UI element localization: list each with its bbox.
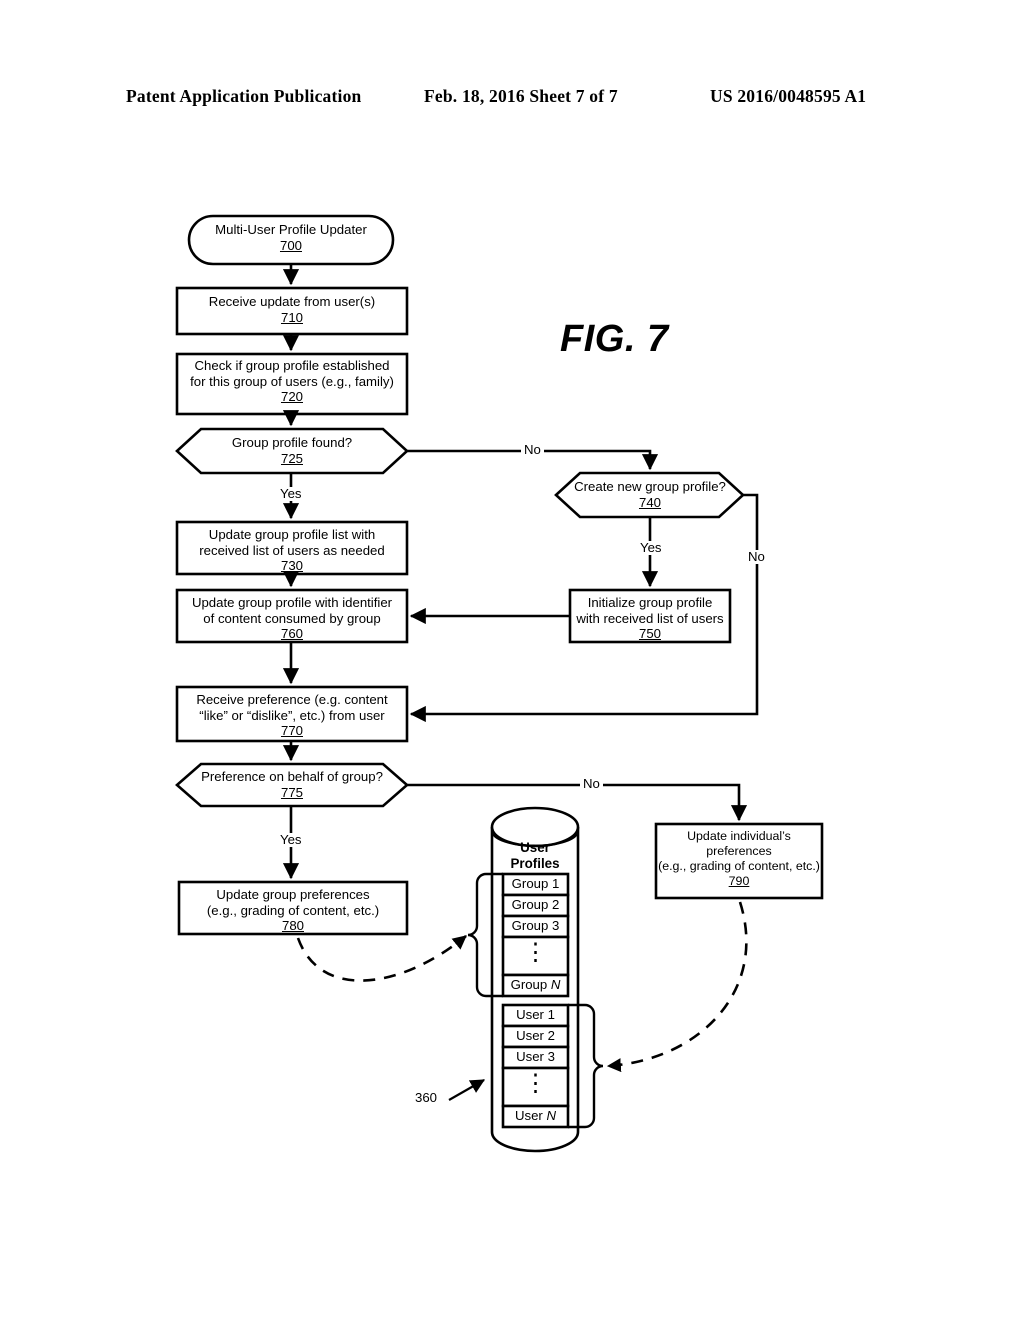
edge-label-no-725: No [521, 443, 544, 457]
node-740-label: Create new group profile? 740 [574, 479, 726, 510]
node-710-label: Receive update from user(s) 710 [208, 294, 376, 325]
node-700-label: Multi-User Profile Updater 700 [215, 222, 367, 253]
db-slot-label-user-n: User N [514, 1108, 557, 1123]
edge-label-yes-740: Yes [637, 541, 665, 555]
node-750-label: Initialize group profile with received l… [576, 595, 724, 641]
db-slot-label-user-2: User 2 [516, 1028, 555, 1043]
db-slot-label-group-ellipsis: ⋮ [523, 939, 548, 966]
db-slot-label-group-1: Group 1 [511, 876, 560, 891]
edge-label-no-740: No [745, 550, 768, 564]
db-title: User Profiles [510, 840, 560, 871]
dashed-790-to-users [606, 901, 748, 1073]
node-775-label: Preference on behalf of group? 775 [201, 769, 383, 800]
db-slot-label-user-ellipsis: ⋮ [523, 1070, 548, 1097]
db-reference-number: 360 [415, 1090, 438, 1105]
edge-775-790-no [407, 783, 748, 822]
db-slot-label-group-3: Group 3 [511, 918, 560, 933]
node-770-label: Receive preference (e.g. content “like” … [196, 692, 388, 738]
db-ref-leader [448, 1079, 486, 1101]
db-slot-label-group-n: Group N [510, 977, 561, 992]
node-730-label: Update group profile list with received … [199, 527, 385, 573]
node-720-label: Check if group profile established for t… [190, 358, 394, 404]
node-725-label: Group profile found? 725 [231, 435, 353, 466]
dashed-780-to-groups [296, 934, 467, 982]
db-slot-label-user-1: User 1 [516, 1007, 555, 1022]
node-760-label: Update group profile with identifier of … [191, 595, 393, 641]
node-780-label: Update group preferences (e.g., grading … [206, 887, 380, 933]
edge-label-no-775: No [580, 777, 603, 791]
db-slot-label-group-2: Group 2 [511, 897, 560, 912]
edge-label-yes-775: Yes [277, 833, 305, 847]
edge-label-yes-725: Yes [277, 487, 305, 501]
node-790-label: Update individual’s preferences (e.g., g… [658, 829, 820, 888]
db-slot-label-user-3: User 3 [516, 1049, 555, 1064]
